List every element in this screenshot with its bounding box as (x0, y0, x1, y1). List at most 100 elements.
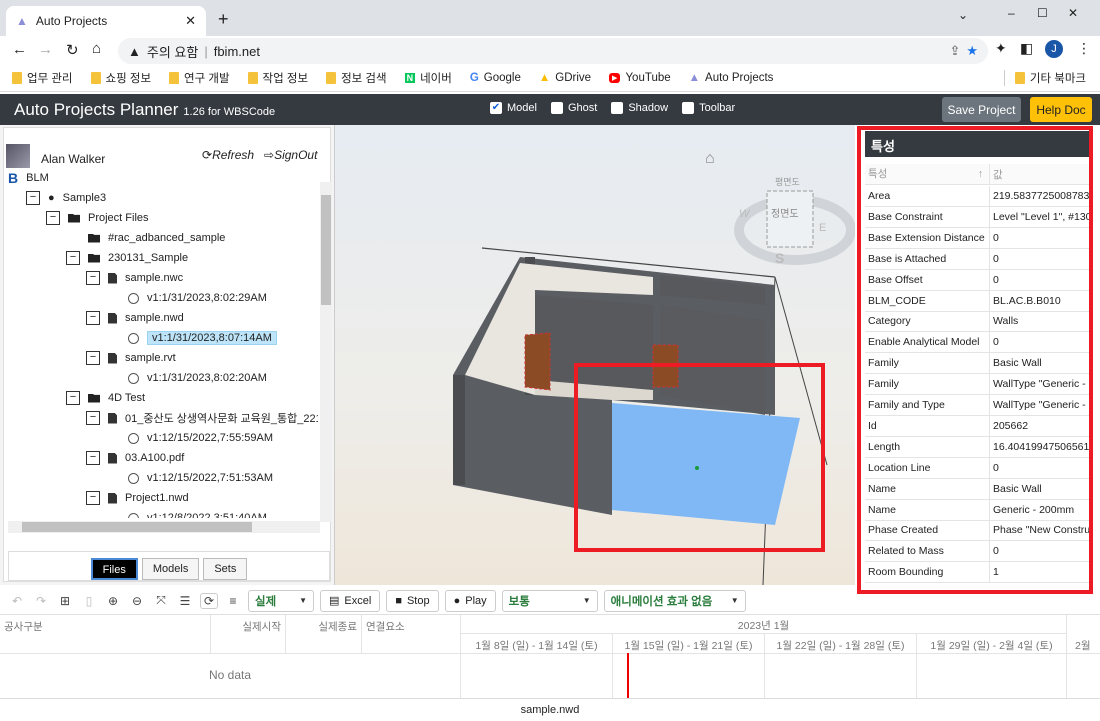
share-icon[interactable]: ⇪ (949, 43, 960, 59)
zoom-out-icon[interactable]: ⊖ (128, 594, 146, 608)
url-input[interactable]: ▲ 주의 요함 | fbim.net ⇪ ★ (118, 38, 988, 64)
delete-task-icon[interactable]: ▯ (80, 594, 98, 608)
tree-item[interactable]: B BLM (8, 168, 49, 188)
property-row[interactable]: Base Offset 0 (865, 269, 1089, 291)
zoom-fit-icon[interactable]: ⤧ (152, 593, 170, 608)
property-row[interactable]: Id 205662 (865, 415, 1089, 437)
tree-item[interactable]: − ● Sample3 (26, 188, 106, 208)
version-item[interactable]: v1:1/31/2023,8:02:20AM (106, 368, 267, 388)
bookmark[interactable]: 작업 정보 (247, 70, 308, 86)
column-header-start[interactable]: 실제시작 (211, 615, 286, 653)
version-item[interactable]: v1:1/31/2023,8:07:14AM (106, 328, 277, 348)
tree-item[interactable]: − Project Files (46, 208, 149, 228)
property-row[interactable]: BLM_CODE BL.AC.B.B010 (865, 290, 1089, 312)
play-button[interactable]: ● Play (444, 589, 496, 612)
tree-item[interactable]: − 01_중산도 상생역사문화 교육원_통합_221 (86, 408, 318, 428)
property-row[interactable]: Family Basic Wall (865, 353, 1089, 375)
sync-icon[interactable]: ⟳ (200, 592, 218, 609)
collapse-toggle-icon[interactable]: − (26, 191, 40, 205)
selected-wall[interactable] (612, 403, 800, 525)
viewcube-front[interactable]: 정면도 (771, 208, 799, 220)
property-row[interactable]: Base is Attached 0 (865, 248, 1089, 270)
property-row[interactable]: Room Bounding 1 (865, 562, 1089, 584)
property-row[interactable]: Family WallType "Generic - 2 (865, 374, 1089, 396)
excel-button[interactable]: ▤ Excel (320, 589, 381, 612)
sidepanel-icon[interactable]: ◧ (1020, 40, 1033, 57)
bookmark[interactable]: 정보 검색 (326, 70, 387, 86)
bookmark[interactable]: 연구 개발 (169, 70, 230, 86)
tab-sets[interactable]: Sets (203, 558, 248, 580)
tree-item[interactable]: − sample.nwc (86, 268, 183, 288)
shadow-checkbox[interactable]: Shadow (611, 102, 668, 114)
vertical-scrollbar[interactable] (320, 182, 332, 522)
property-row[interactable]: Base Constraint Level "Level 1", #1307 (865, 206, 1089, 228)
stop-button[interactable]: ■ Stop (386, 589, 439, 612)
column-header-property[interactable]: 특성 ↑ (865, 164, 990, 184)
collapse-toggle-icon[interactable]: − (86, 451, 100, 465)
menu-icon[interactable]: ⋮ (1077, 40, 1091, 57)
collapse-toggle-icon[interactable]: − (86, 411, 100, 425)
property-row[interactable]: Phase Created Phase "New Construc (865, 520, 1089, 542)
refresh-link[interactable]: ⟳Refresh (202, 148, 254, 162)
bookmark[interactable]: 업무 관리 (12, 70, 73, 86)
redo-icon[interactable]: ↷ (32, 594, 50, 608)
collapse-toggle-icon[interactable]: − (86, 491, 100, 505)
undo-icon[interactable]: ↶ (8, 594, 26, 608)
tree-item[interactable]: − sample.rvt (86, 348, 176, 368)
horizontal-scrollbar[interactable] (8, 521, 320, 533)
forward-icon[interactable]: → (38, 41, 53, 58)
tab-models[interactable]: Models (141, 558, 200, 580)
back-icon[interactable]: ← (12, 41, 27, 58)
bookmark-star-icon[interactable]: ★ (966, 43, 978, 59)
toolbar-checkbox[interactable]: Toolbar (682, 102, 735, 114)
mode-select[interactable]: 실제 ▼ (248, 589, 314, 612)
property-row[interactable]: Category Walls (865, 311, 1089, 333)
version-item[interactable]: v1:12/15/2022,7:51:53AM (106, 468, 273, 488)
effect-select[interactable]: 애니메이션 효과 없음 ▼ (603, 589, 746, 612)
close-tab-icon[interactable]: ✕ (185, 13, 196, 29)
home-view-icon[interactable]: ⌂ (705, 150, 715, 167)
new-tab-button[interactable]: + (218, 9, 229, 30)
help-doc-button[interactable]: Help Doc (1030, 97, 1092, 122)
reload-icon[interactable]: ↻ (66, 41, 79, 59)
column-header-end[interactable]: 실제종료 (286, 615, 362, 653)
tree-item[interactable]: #rac_adbanced_sample (66, 228, 225, 248)
property-row[interactable]: Name Generic - 200mm (865, 499, 1089, 521)
property-row[interactable]: Name Basic Wall (865, 478, 1089, 500)
model-checkbox[interactable]: ✔ Model (490, 102, 537, 114)
profile-avatar[interactable]: J (1045, 40, 1063, 58)
tree-item[interactable]: − 03.A100.pdf (86, 448, 184, 468)
viewcube-top[interactable]: 평면도 (775, 177, 800, 187)
property-row[interactable]: Related to Mass 0 (865, 541, 1089, 563)
column-header-category[interactable]: 공사구분 (0, 615, 211, 653)
collapse-toggle-icon[interactable]: − (46, 211, 60, 225)
collapse-toggle-icon[interactable]: − (86, 271, 100, 285)
property-row[interactable]: Enable Analytical Model 0 (865, 332, 1089, 354)
collapse-toggle-icon[interactable]: − (66, 391, 80, 405)
tree-item[interactable]: − Project1.nwd (86, 488, 189, 508)
signout-link[interactable]: ⇨SignOut (264, 148, 317, 162)
maximize-button[interactable]: ☐ (1037, 6, 1048, 20)
collapse-toggle-icon[interactable]: − (66, 251, 80, 265)
3d-viewer[interactable]: ⌂ 평면도 정면도 W E S (335, 125, 857, 586)
other-bookmarks[interactable]: 기타 북마크 (1003, 69, 1086, 86)
tree-item[interactable]: − sample.nwd (86, 308, 184, 328)
column-header-value[interactable]: 값 (990, 167, 1089, 182)
collapse-toggle-icon[interactable]: − (86, 311, 100, 325)
collapse-icon[interactable]: ☰ (176, 594, 194, 608)
property-row[interactable]: Length 16.404199475065617 (865, 436, 1089, 458)
save-project-button[interactable]: Save Project (942, 97, 1021, 122)
bookmark-youtube[interactable]: ▶ YouTube (609, 72, 671, 84)
tree-item[interactable]: − 230131_Sample (66, 248, 188, 268)
tab-files[interactable]: Files (90, 558, 138, 580)
home-icon[interactable]: ⌂ (92, 40, 101, 57)
zoom-in-icon[interactable]: ⊕ (104, 594, 122, 608)
speed-select[interactable]: 보통 ▼ (501, 589, 598, 612)
model-view[interactable]: ⌂ 평면도 정면도 W E S (335, 125, 857, 586)
property-row[interactable]: Location Line 0 (865, 457, 1089, 479)
sort-asc-icon[interactable]: ↑ (978, 164, 983, 184)
version-item[interactable]: v1:12/8/2022,3:51:40AM (106, 508, 267, 518)
bookmark-gdrive[interactable]: ▲ GDrive (539, 72, 591, 84)
add-task-icon[interactable]: ⊞ (56, 594, 74, 608)
close-window-button[interactable]: ✕ (1068, 6, 1078, 20)
